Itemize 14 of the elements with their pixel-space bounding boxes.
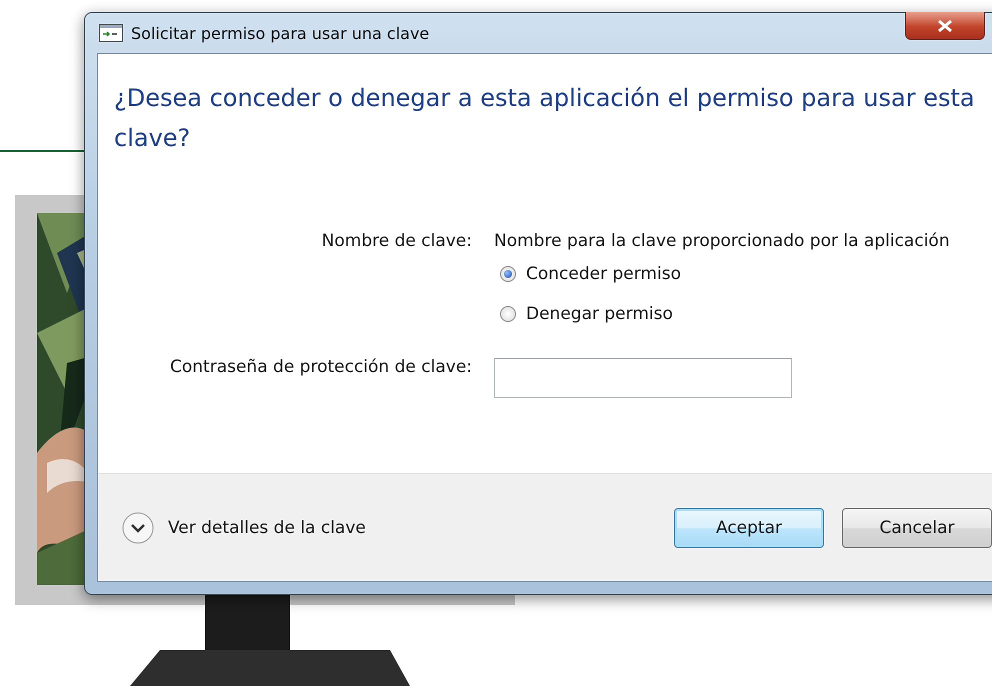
dialog-heading: ¿Desea conceder o denegar a esta aplicación el permiso para usar esta clave? [114, 83, 976, 154]
close-icon [936, 18, 954, 32]
window-app-icon [99, 24, 123, 42]
details-toggle[interactable]: Ver detalles de la clave [122, 512, 366, 544]
radio-option[interactable]: Conceder permiso [500, 264, 954, 284]
field-value: Nombre para la clave proporcionado por la aplicación [494, 230, 951, 253]
radio-option[interactable]: Denegar permiso [500, 304, 954, 324]
close-button[interactable] [905, 12, 985, 40]
dialog-button[interactable]: Cancelar [842, 508, 992, 548]
dialog-button[interactable]: Aceptar [674, 508, 824, 548]
password-field[interactable] [494, 358, 792, 398]
window-title: Solicitar permiso para usar una clave [131, 24, 430, 42]
field-label: Contraseña de protección de clave: [169, 356, 472, 379]
field-label: Nombre de clave: [320, 230, 472, 253]
